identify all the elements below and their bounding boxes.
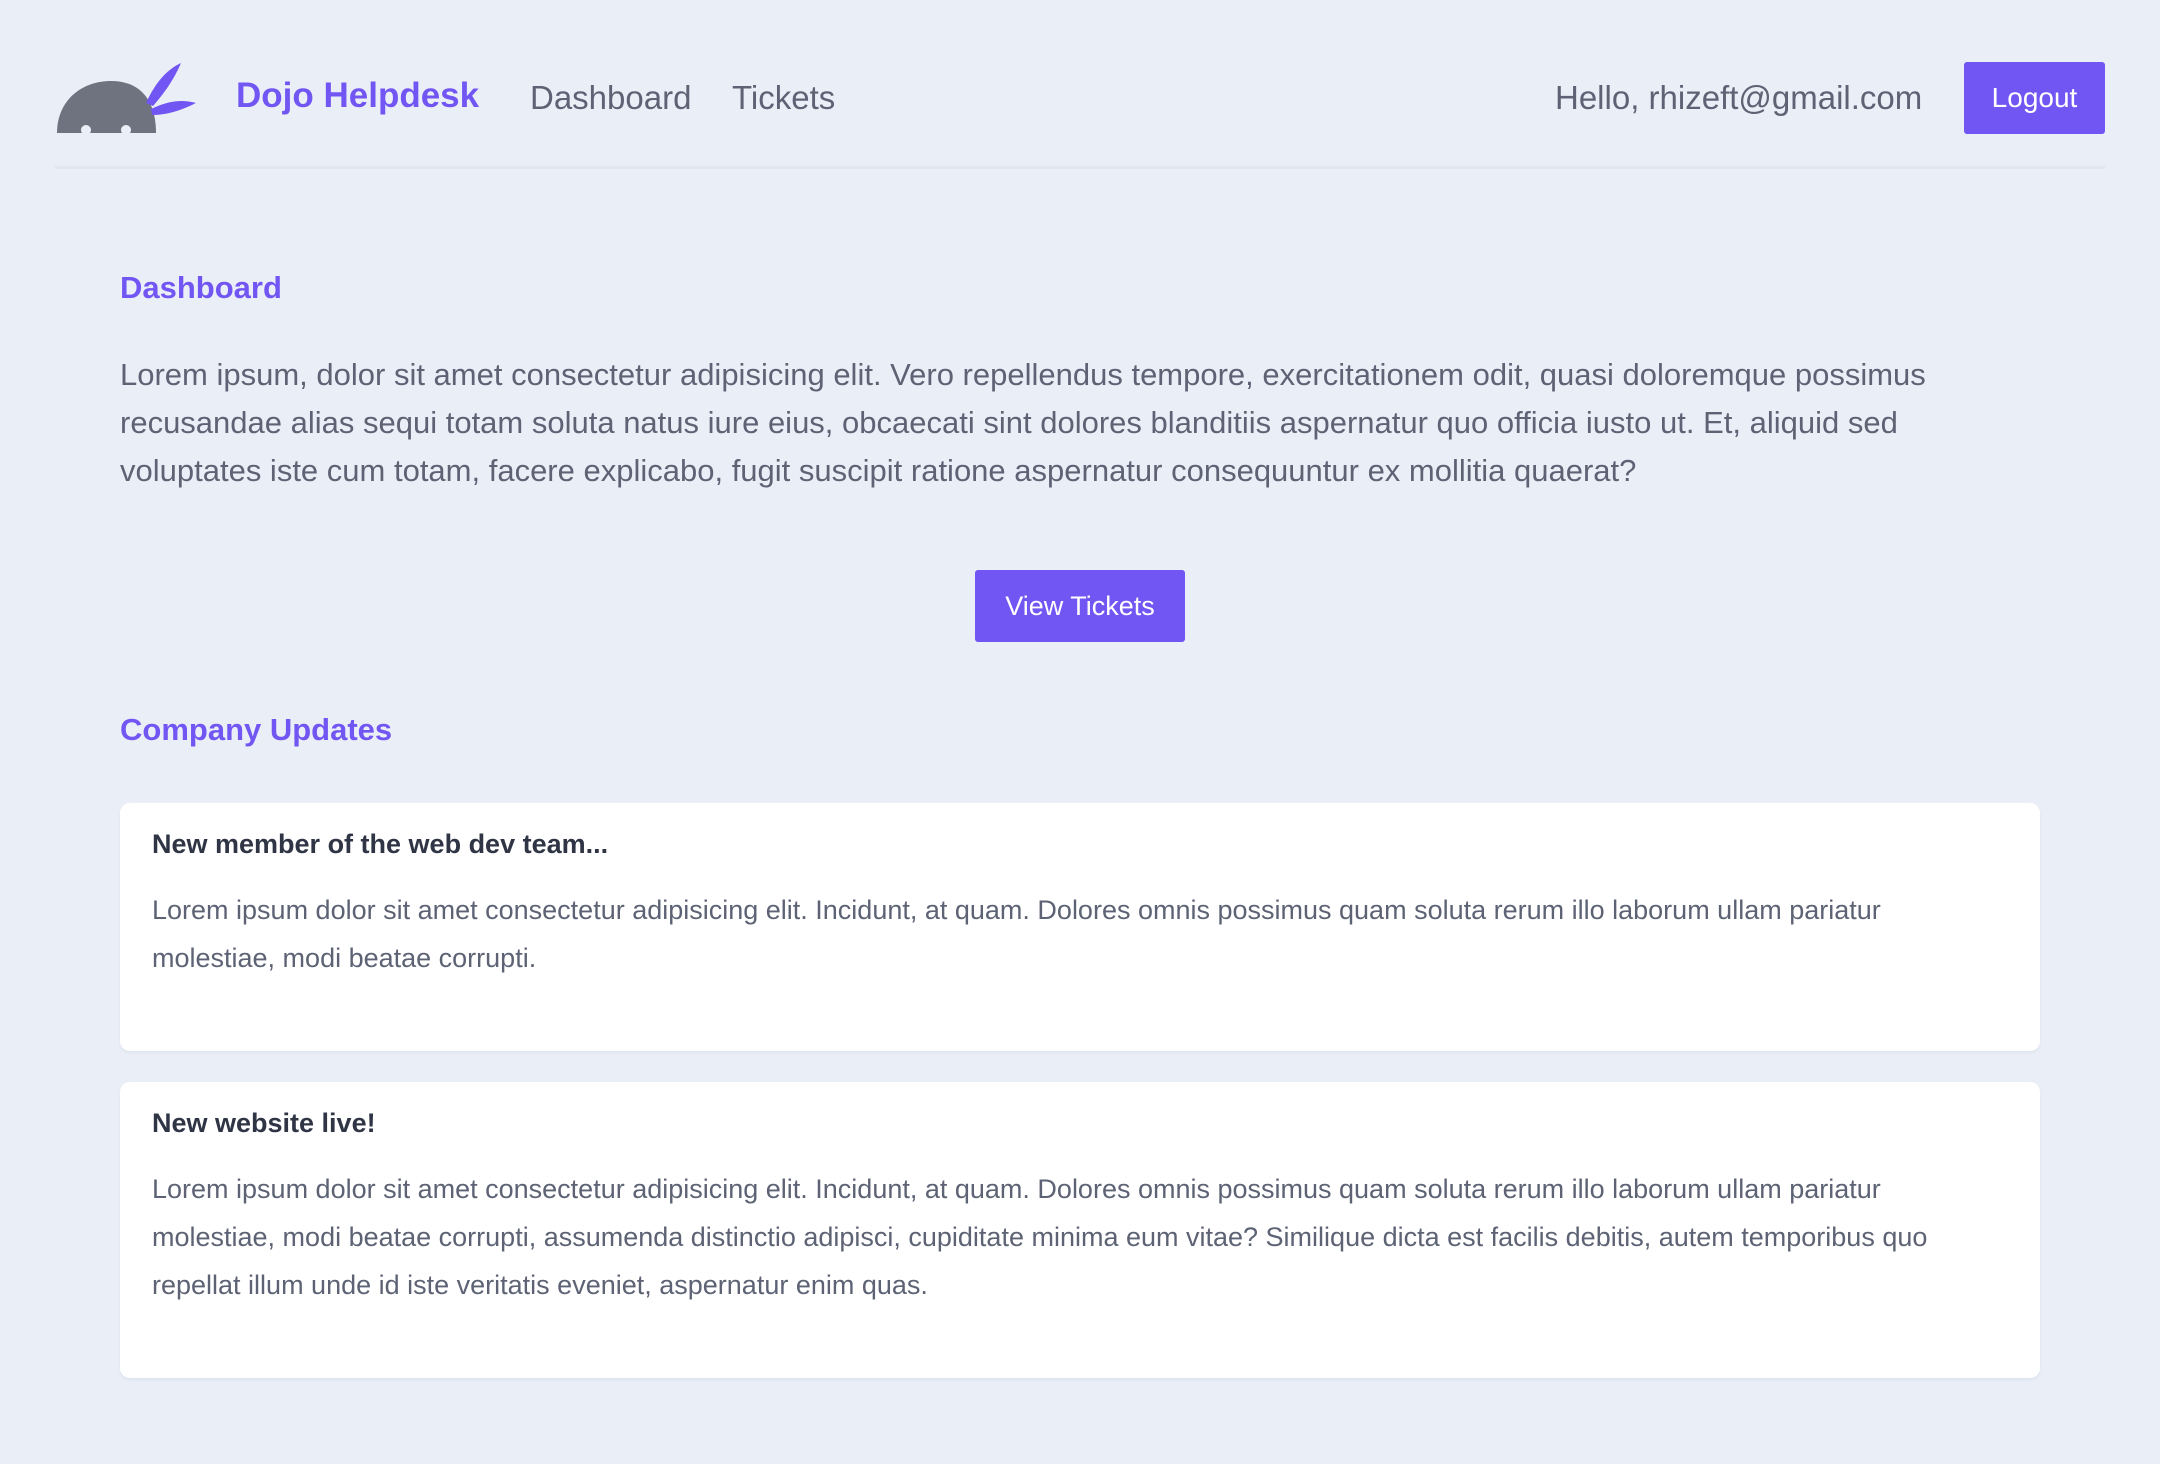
update-card-title: New website live! <box>152 1108 376 1138</box>
view-tickets-button[interactable]: View Tickets <box>975 570 1185 642</box>
user-greeting: Hello, rhizeft@gmail.com <box>1555 79 1923 116</box>
brand-title[interactable]: Dojo Helpdesk <box>236 76 479 116</box>
update-card-title: New member of the web dev team... <box>152 829 609 859</box>
company-updates-title: Company Updates <box>120 712 393 747</box>
cta-container: View Tickets <box>975 570 1185 642</box>
update-card: New website live! Lorem ipsum dolor sit … <box>120 1082 2040 1378</box>
nav-link-tickets[interactable]: Tickets <box>732 79 835 117</box>
top-navbar: Dojo Helpdesk Dashboard Tickets Hello, r… <box>55 0 2105 169</box>
main-content: Dashboard Lorem ipsum, dolor sit amet co… <box>120 270 2040 1378</box>
ninja-logo-icon[interactable] <box>56 61 196 133</box>
update-card: New member of the web dev team... Lorem … <box>120 803 2040 1051</box>
update-card-body: Lorem ipsum dolor sit amet consectetur a… <box>152 895 1881 973</box>
update-card-body: Lorem ipsum dolor sit amet consectetur a… <box>152 1174 1928 1300</box>
intro-paragraph: Lorem ipsum, dolor sit amet consectetur … <box>120 357 1926 488</box>
page-title: Dashboard <box>120 270 282 305</box>
nav-link-dashboard[interactable]: Dashboard <box>530 79 691 117</box>
logout-button[interactable]: Logout <box>1964 62 2105 134</box>
